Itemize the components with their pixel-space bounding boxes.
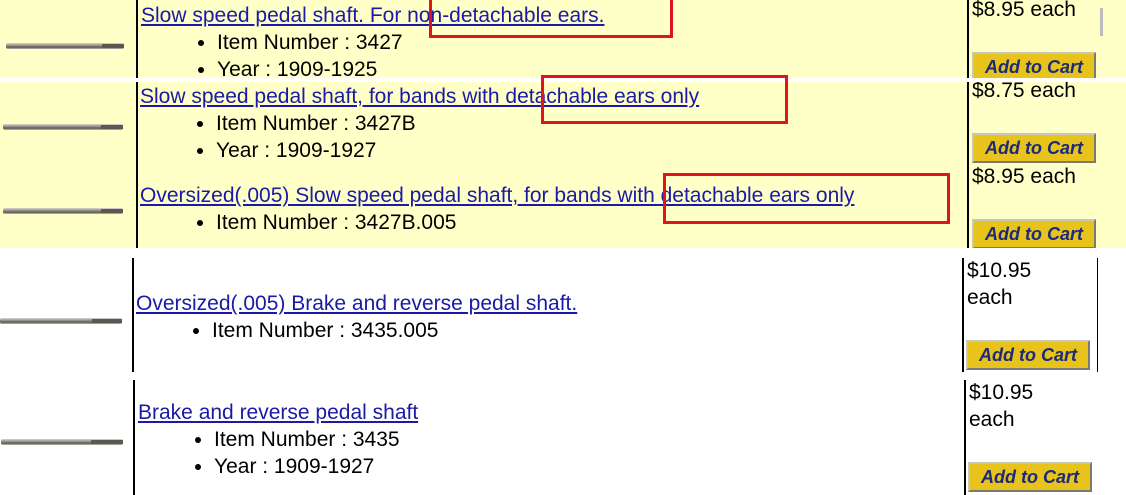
product-image[interactable] xyxy=(0,380,130,495)
column-divider xyxy=(136,82,138,248)
price: $8.95 each xyxy=(972,0,1076,21)
product-details: Item Number : 3435.005 xyxy=(136,317,577,344)
product-description: Brake and reverse pedal shaft Item Numbe… xyxy=(138,399,418,480)
column-divider xyxy=(967,0,969,78)
add-to-cart-button[interactable]: Add to Cart xyxy=(972,52,1096,78)
product-image[interactable] xyxy=(0,0,130,78)
product-description: Oversized(.005) Brake and reverse pedal … xyxy=(136,290,577,344)
price: $8.95 each xyxy=(972,165,1076,188)
product-title-link[interactable]: Oversized(.005) Brake and reverse pedal … xyxy=(136,292,577,315)
column-divider xyxy=(964,380,966,495)
pedal-shaft-image xyxy=(3,124,123,130)
scrollbar[interactable] xyxy=(1100,8,1103,36)
annotation-box xyxy=(541,75,788,124)
annotation-box xyxy=(663,173,950,224)
add-to-cart-button[interactable]: Add to Cart xyxy=(972,133,1096,163)
pedal-shaft-image xyxy=(6,43,124,49)
price-cell: $8.75 each xyxy=(972,82,1076,104)
column-divider xyxy=(967,82,969,248)
add-to-cart-button[interactable]: Add to Cart xyxy=(972,219,1096,248)
price-cell: $8.95 each xyxy=(972,0,1076,23)
pedal-shaft-image xyxy=(3,208,123,214)
column-divider xyxy=(136,0,138,78)
product-title-link[interactable]: Brake and reverse pedal shaft xyxy=(138,401,418,424)
add-to-cart-button[interactable]: Add to Cart xyxy=(966,340,1090,370)
item-number: Item Number : 3435 xyxy=(214,426,418,453)
price-unit: each xyxy=(969,408,1015,431)
column-divider xyxy=(132,258,134,372)
price-cell: $10.95 each xyxy=(967,258,1031,311)
product-image[interactable] xyxy=(0,258,130,372)
product-image[interactable] xyxy=(0,82,130,248)
column-divider xyxy=(1097,258,1098,372)
price-cell: $8.95 each xyxy=(972,163,1076,190)
price: $8.75 each xyxy=(972,82,1076,102)
add-to-cart-button[interactable]: Add to Cart xyxy=(968,462,1092,492)
price-unit: each xyxy=(967,286,1013,309)
item-year: Year : 1909-1927 xyxy=(214,453,418,480)
column-divider xyxy=(962,258,964,372)
item-number: Item Number : 3435.005 xyxy=(212,317,577,344)
price-cell: $10.95 each xyxy=(969,380,1033,433)
price: $10.95 xyxy=(969,381,1034,404)
item-year: Year : 1909-1927 xyxy=(216,137,699,164)
column-divider xyxy=(133,380,135,495)
pedal-shaft-image xyxy=(0,318,122,324)
annotation-box xyxy=(429,0,673,38)
product-row: Brake and reverse pedal shaft Item Numbe… xyxy=(0,380,1126,495)
pedal-shaft-image xyxy=(1,439,123,445)
price: $10.95 xyxy=(967,259,1032,282)
product-details: Item Number : 3435 Year : 1909-1927 xyxy=(138,426,418,480)
product-row: Oversized(.005) Brake and reverse pedal … xyxy=(0,258,1126,372)
